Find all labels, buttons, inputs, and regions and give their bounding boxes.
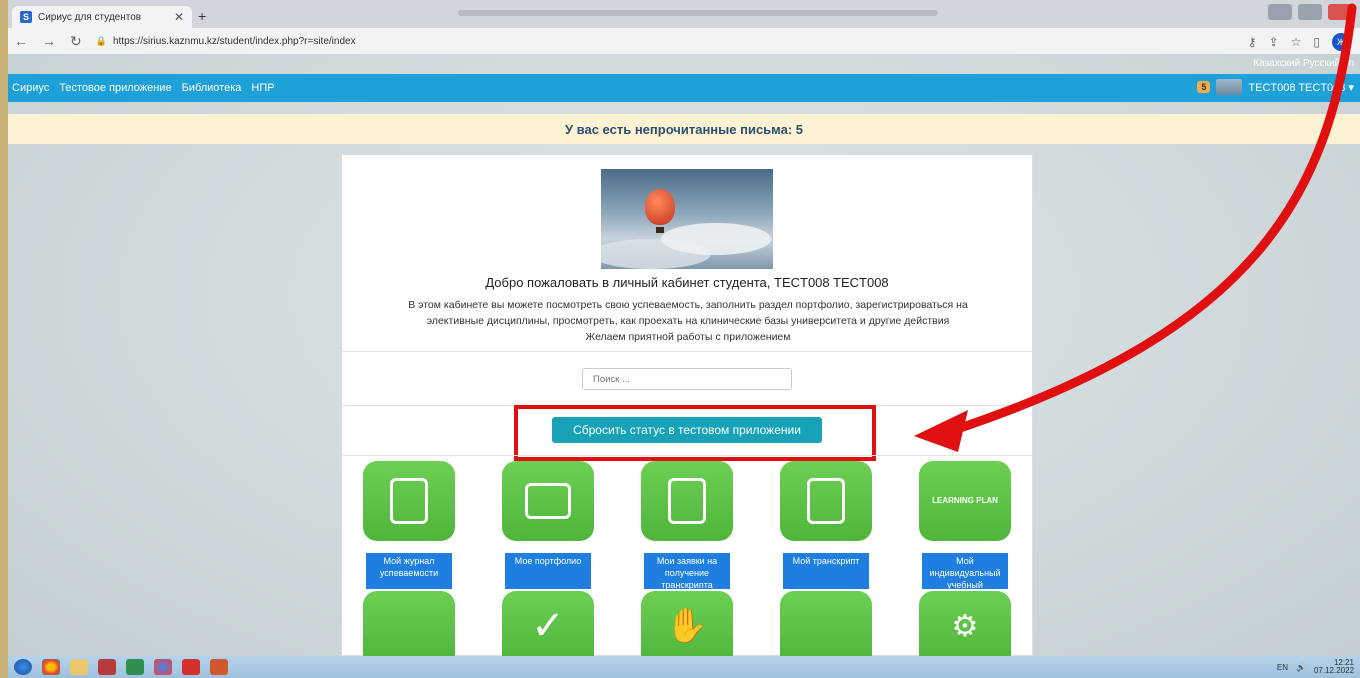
clipboard-student-icon[interactable]	[363, 591, 455, 661]
briefcase-icon[interactable]	[502, 461, 594, 541]
minimize-button[interactable]	[1268, 4, 1292, 20]
winrar-icon[interactable]	[98, 659, 116, 675]
favicon-icon: S	[20, 11, 32, 23]
tile-label-portfolio[interactable]: Мое портфолио	[505, 553, 591, 589]
search-input[interactable]	[582, 368, 792, 390]
forward-arrow-icon[interactable]: →	[42, 33, 56, 49]
transcript-request-icon[interactable]	[641, 461, 733, 541]
address-bar: ← → ↻ 🔒 https://sirius.kaznmu.kz/student…	[8, 28, 1360, 54]
profile-avatar[interactable]: Ж	[1332, 33, 1350, 51]
desc-line-2: элективные дисциплины, просмотреть, как …	[426, 315, 950, 327]
input-language[interactable]: EN	[1277, 663, 1288, 672]
lock-icon: 🔒	[95, 35, 107, 46]
head-gears-icon[interactable]: ⚙	[919, 591, 1011, 661]
tile-label-transcript-request[interactable]: Мои заявки на получение транскрипта	[644, 553, 730, 589]
top-navbar: Сириус Тестовое приложение Библиотека НП…	[8, 74, 1360, 102]
system-tray: EN 🔊 12:21 07.12.2022	[1277, 659, 1354, 675]
divider	[342, 351, 1032, 352]
tile-label-transcript[interactable]: Мой транскрипт	[783, 553, 869, 589]
desc-line-1: В этом кабинете вы можете посмотреть сво…	[408, 299, 968, 311]
acrobat-icon[interactable]	[182, 659, 200, 675]
start-button-icon[interactable]	[14, 659, 32, 675]
url-field[interactable]: 🔒 https://sirius.kaznmu.kz/student/index…	[96, 36, 356, 47]
nav-item-library[interactable]: Библиотека	[182, 82, 242, 94]
user-menu[interactable]: 5 TECT008 TECT008 ▾	[1197, 79, 1354, 95]
desc-line-3: Желаем приятной работы с приложением	[585, 331, 791, 343]
maximize-button[interactable]	[1298, 4, 1322, 20]
transcript-icon[interactable]	[780, 461, 872, 541]
journal-icon[interactable]	[363, 461, 455, 541]
window-controls	[1268, 4, 1352, 20]
checkmark-icon[interactable]: ✓	[502, 591, 594, 661]
clock-date: 07.12.2022	[1313, 666, 1354, 675]
welcome-title: Добро пожаловать в личный кабинет студен…	[485, 275, 889, 290]
welcome-card: Добро пожаловать в личный кабинет студен…	[341, 154, 1033, 661]
tile-label-journal[interactable]: Мой журнал успеваемости	[366, 553, 452, 589]
browser-actions: ⚷ ⇪ ☆ ▯ Ж	[1248, 33, 1350, 51]
hospital-icon[interactable]	[780, 591, 872, 661]
learning-plan-icon[interactable]: LEARNING PLAN	[919, 461, 1011, 541]
hand-icon[interactable]: ✋	[641, 591, 733, 661]
tab-title: Сириус для студентов	[38, 11, 142, 23]
chrome-icon[interactable]	[42, 659, 60, 675]
welcome-description: В этом кабинете вы можете посмотреть сво…	[372, 297, 1004, 345]
browser-tab[interactable]: S Сириус для студентов ✕	[12, 6, 192, 28]
divider	[342, 455, 1032, 456]
close-window-button[interactable]	[1328, 4, 1352, 20]
star-icon[interactable]: ☆	[1291, 35, 1302, 49]
nav-item-test-app[interactable]: Тестовое приложение	[59, 82, 171, 94]
annotation-highlight-box	[514, 405, 876, 461]
page-content: Казахский Русский en Сириус Тестовое при…	[8, 54, 1360, 661]
new-tab-button[interactable]: +	[198, 8, 206, 24]
tile-label-learning-plan[interactable]: Мой индивидуальный учебный	[922, 553, 1008, 589]
excel-icon[interactable]	[126, 659, 144, 675]
powerpoint-icon[interactable]	[210, 659, 228, 675]
hot-air-balloon-image	[601, 169, 773, 269]
sidebar-icon[interactable]: ▯	[1313, 35, 1320, 49]
share-icon[interactable]: ⇪	[1269, 35, 1279, 49]
key-icon[interactable]: ⚷	[1248, 35, 1257, 49]
chrome-active-icon[interactable]	[154, 659, 172, 675]
mail-badge[interactable]: 5	[1197, 81, 1211, 93]
unread-mail-alert[interactable]: У вас есть непрочитанные письма: 5	[8, 114, 1360, 144]
language-switcher[interactable]: Казахский Русский en	[1253, 58, 1354, 69]
nav-item-sirius[interactable]: Сириус	[12, 82, 49, 94]
reload-icon[interactable]: ↻	[70, 33, 82, 50]
browser-window: S Сириус для студентов ✕ + ← → ↻ 🔒 https…	[8, 0, 1360, 678]
volume-icon[interactable]: 🔊	[1296, 663, 1306, 672]
url-text: https://sirius.kaznmu.kz/student/index.p…	[112, 35, 356, 47]
window-title	[458, 10, 938, 16]
clock[interactable]: 12:21 07.12.2022	[1314, 659, 1354, 675]
tab-strip: S Сириус для студентов ✕ +	[8, 0, 1360, 28]
close-tab-icon[interactable]: ✕	[174, 10, 184, 24]
explorer-icon[interactable]	[70, 659, 88, 675]
windows-taskbar: EN 🔊 12:21 07.12.2022	[8, 656, 1360, 678]
learning-plan-text: LEARNING PLAN	[932, 496, 998, 505]
user-name: TECT008 TECT008 ▾	[1248, 81, 1354, 94]
user-avatar	[1216, 79, 1243, 95]
nav-item-npr[interactable]: НПР	[251, 82, 274, 94]
back-arrow-icon[interactable]: ←	[14, 33, 28, 49]
